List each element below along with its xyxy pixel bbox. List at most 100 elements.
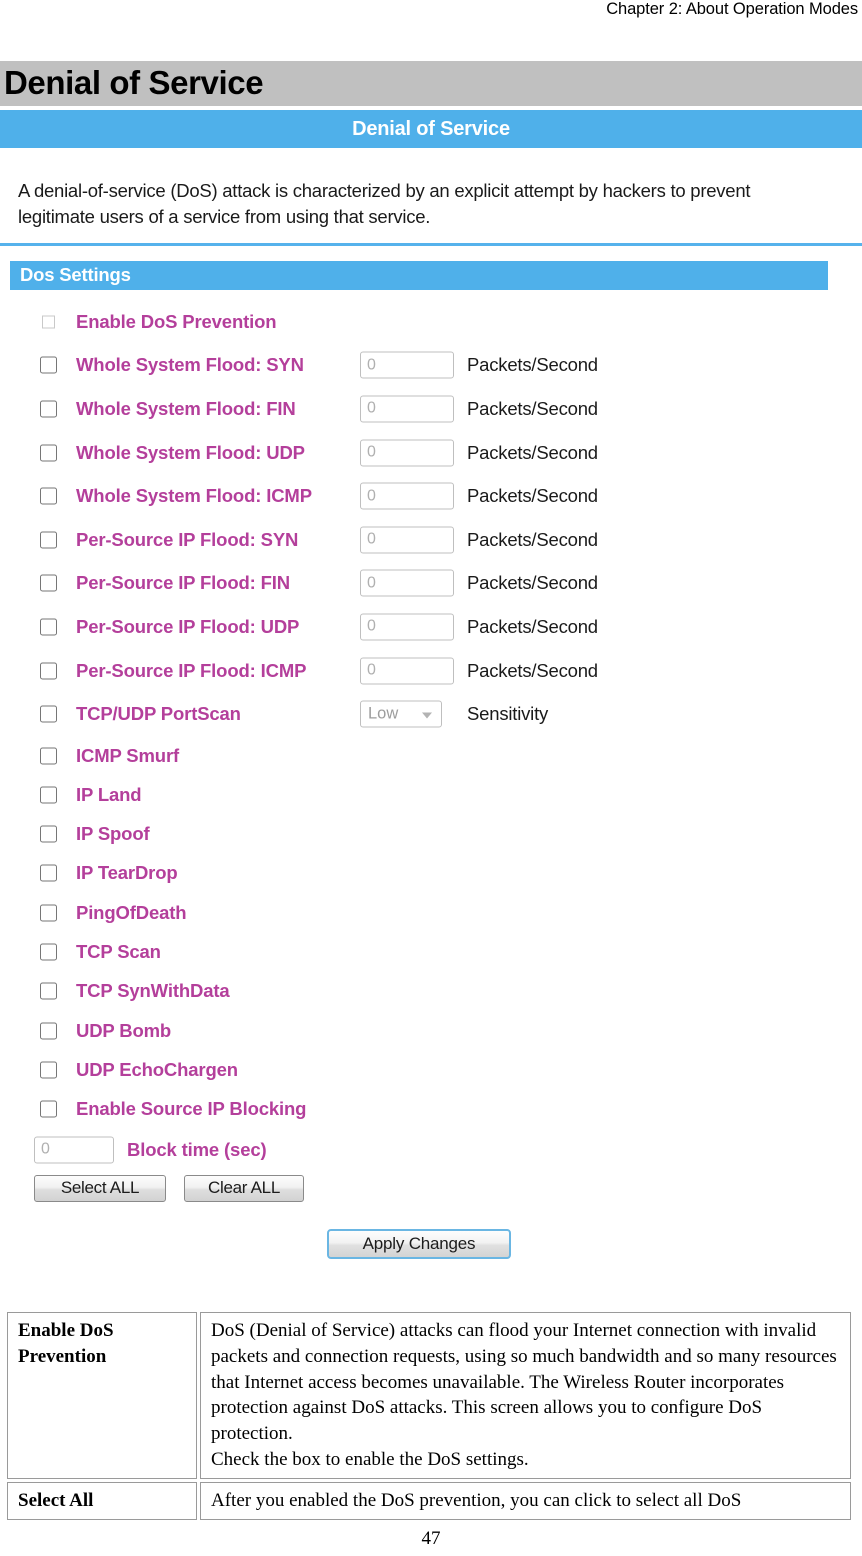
setting-row-whole-system-flood-udp: Whole System Flood: UDP Packets/Second xyxy=(0,431,862,475)
setting-row-enable-dos-prevention: Enable DoS Prevention xyxy=(0,300,862,344)
label-tcp-udp-portscan: TCP/UDP PortScan xyxy=(76,703,241,725)
setting-row-ip-teardrop: IP TearDrop xyxy=(0,854,862,893)
panel-title: Denial of Service xyxy=(352,117,510,140)
label-per-source-ip-flood-syn: Per-Source IP Flood: SYN xyxy=(76,528,299,550)
checkbox-whole-system-flood-syn[interactable] xyxy=(40,356,57,374)
input-whole-system-flood-udp[interactable] xyxy=(360,439,454,467)
checkbox-icmp-smurf[interactable] xyxy=(40,747,57,765)
label-enable-source-ip-blocking: Enable Source IP Blocking xyxy=(76,1098,307,1120)
setting-row-pingofdeath: PingOfDeath xyxy=(0,893,862,932)
label-ip-teardrop: IP TearDrop xyxy=(76,862,178,884)
label-whole-system-flood-syn: Whole System Flood: SYN xyxy=(76,354,304,376)
label-per-source-ip-flood-icmp: Per-Source IP Flood: ICMP xyxy=(76,659,307,681)
block-time-row: Block time (sec) xyxy=(0,1129,862,1171)
label-whole-system-flood-udp: Whole System Flood: UDP xyxy=(76,441,305,463)
label-ip-land: IP Land xyxy=(76,783,142,805)
unit-label-per-source-ip-flood-icmp: Packets/Second xyxy=(467,659,598,681)
label-whole-system-flood-icmp: Whole System Flood: ICMP xyxy=(76,485,312,507)
label-enable-dos-prevention: Enable DoS Prevention xyxy=(76,310,277,332)
setting-row-tcp-synwithdata: TCP SynWithData xyxy=(0,972,862,1011)
chevron-down-icon xyxy=(422,712,432,719)
label-tcp-synwithdata: TCP SynWithData xyxy=(76,980,230,1002)
unit-label-per-source-ip-flood-syn: Packets/Second xyxy=(467,528,598,550)
checkbox-per-source-ip-flood-udp[interactable] xyxy=(40,618,57,636)
checkbox-enable-dos-prevention[interactable] xyxy=(40,313,57,331)
setting-row-tcp-udp-portscan: TCP/UDP PortScan Low Sensitivity xyxy=(0,692,862,736)
dos-settings-form: Enable DoS Prevention Whole System Flood:… xyxy=(0,300,862,1267)
checkbox-per-source-ip-flood-fin[interactable] xyxy=(40,574,57,592)
block-time-input[interactable] xyxy=(34,1136,114,1164)
panel-title-bar: Denial of Service xyxy=(0,110,862,148)
setting-row-whole-system-flood-icmp: Whole System Flood: ICMP Packets/Second xyxy=(0,474,862,518)
input-whole-system-flood-fin[interactable] xyxy=(360,395,454,423)
unit-label-whole-system-flood-fin: Packets/Second xyxy=(467,397,598,419)
setting-row-per-source-ip-flood-fin: Per-Source IP Flood: FIN Packets/Second xyxy=(0,562,862,606)
checkbox-ip-land[interactable] xyxy=(40,786,57,804)
checkbox-tcp-synwithdata[interactable] xyxy=(40,982,57,1000)
page-number: 47 xyxy=(421,1528,441,1549)
horizontal-divider xyxy=(0,243,862,246)
checkbox-whole-system-flood-udp[interactable] xyxy=(40,444,57,462)
section-title-band: Denial of Service xyxy=(0,61,862,106)
setting-row-ip-spoof: IP Spoof xyxy=(0,815,862,854)
unit-label-whole-system-flood-syn: Packets/Second xyxy=(467,354,598,376)
setting-row-per-source-ip-flood-udp: Per-Source IP Flood: UDP Packets/Second xyxy=(0,605,862,649)
input-per-source-ip-flood-fin[interactable] xyxy=(360,569,454,597)
unit-label-per-source-ip-flood-fin: Packets/Second xyxy=(467,572,598,594)
checkbox-enable-source-ip-blocking[interactable] xyxy=(40,1100,57,1118)
setting-row-udp-echochargen: UDP EchoChargen xyxy=(0,1050,862,1089)
select-all-button[interactable]: Select ALL xyxy=(34,1174,166,1202)
page-title: Denial of Service xyxy=(4,64,264,101)
label-pingofdeath: PingOfDeath xyxy=(76,901,187,923)
setting-row-per-source-ip-flood-syn: Per-Source IP Flood: SYN Packets/Second xyxy=(0,518,862,562)
description-table: Enable DoS Prevention DoS (Denial of Serv… xyxy=(4,1309,854,1523)
checkbox-per-source-ip-flood-icmp[interactable] xyxy=(40,662,57,680)
checkbox-ip-teardrop[interactable] xyxy=(40,864,57,882)
setting-row-whole-system-flood-fin: Whole System Flood: FIN Packets/Second xyxy=(0,387,862,431)
table-cell-description: After you enabled the DoS prevention, yo… xyxy=(200,1481,851,1520)
checkbox-whole-system-flood-fin[interactable] xyxy=(40,400,57,418)
table-cell-term: Select All xyxy=(7,1481,197,1520)
unit-label-per-source-ip-flood-udp: Packets/Second xyxy=(467,615,598,637)
label-icmp-smurf: ICMP Smurf xyxy=(76,744,180,766)
checkbox-udp-echochargen[interactable] xyxy=(40,1061,57,1079)
unit-label-whole-system-flood-icmp: Packets/Second xyxy=(467,485,598,507)
checkbox-tcp-udp-portscan[interactable] xyxy=(40,705,57,723)
apply-button-row: Apply Changes xyxy=(0,1211,862,1267)
dropdown-tcp-udp-portscan[interactable]: Low xyxy=(360,700,442,728)
checkbox-tcp-scan[interactable] xyxy=(40,943,57,961)
table-cell-term: Enable DoS Prevention xyxy=(7,1312,197,1479)
unit-label-whole-system-flood-udp: Packets/Second xyxy=(467,441,598,463)
checkbox-pingofdeath[interactable] xyxy=(40,904,57,922)
clear-all-button[interactable]: Clear ALL xyxy=(184,1174,304,1202)
block-time-label: Block time (sec) xyxy=(127,1138,267,1160)
label-ip-spoof: IP Spoof xyxy=(76,823,150,845)
label-whole-system-flood-fin: Whole System Flood: FIN xyxy=(76,397,296,419)
table-row: Select All After you enabled the DoS prev… xyxy=(7,1481,851,1520)
label-per-source-ip-flood-udp: Per-Source IP Flood: UDP xyxy=(76,615,300,637)
label-udp-echochargen: UDP EchoChargen xyxy=(76,1058,238,1080)
input-per-source-ip-flood-icmp[interactable] xyxy=(360,657,454,685)
label-per-source-ip-flood-fin: Per-Source IP Flood: FIN xyxy=(76,572,290,594)
settings-section-title: Dos Settings xyxy=(20,264,131,285)
table-row: Enable DoS Prevention DoS (Denial of Serv… xyxy=(7,1312,851,1479)
input-per-source-ip-flood-syn[interactable] xyxy=(360,526,454,554)
settings-section-header: Dos Settings xyxy=(10,261,828,290)
table-cell-description: DoS (Denial of Service) attacks can floo… xyxy=(200,1312,851,1479)
setting-row-whole-system-flood-syn: Whole System Flood: SYN Packets/Second xyxy=(0,344,862,388)
input-whole-system-flood-icmp[interactable] xyxy=(360,482,454,510)
setting-row-tcp-scan: TCP Scan xyxy=(0,932,862,971)
checkbox-ip-spoof[interactable] xyxy=(40,825,57,843)
input-whole-system-flood-syn[interactable] xyxy=(360,351,454,379)
apply-changes-button[interactable]: Apply Changes xyxy=(327,1228,511,1259)
unit-label-tcp-udp-portscan: Sensitivity xyxy=(467,703,549,725)
setting-row-ip-land: IP Land xyxy=(0,775,862,814)
setting-row-icmp-smurf: ICMP Smurf xyxy=(0,736,862,775)
input-per-source-ip-flood-udp[interactable] xyxy=(360,613,454,641)
checkbox-per-source-ip-flood-syn[interactable] xyxy=(40,531,57,549)
setting-row-enable-source-ip-blocking: Enable Source IP Blocking xyxy=(0,1090,862,1129)
checkbox-udp-bomb[interactable] xyxy=(40,1022,57,1040)
checkbox-whole-system-flood-icmp[interactable] xyxy=(40,487,57,505)
running-header: Chapter 2: About Operation Modes xyxy=(606,0,858,18)
bulk-action-button-row: Select ALL Clear ALL xyxy=(0,1171,862,1211)
